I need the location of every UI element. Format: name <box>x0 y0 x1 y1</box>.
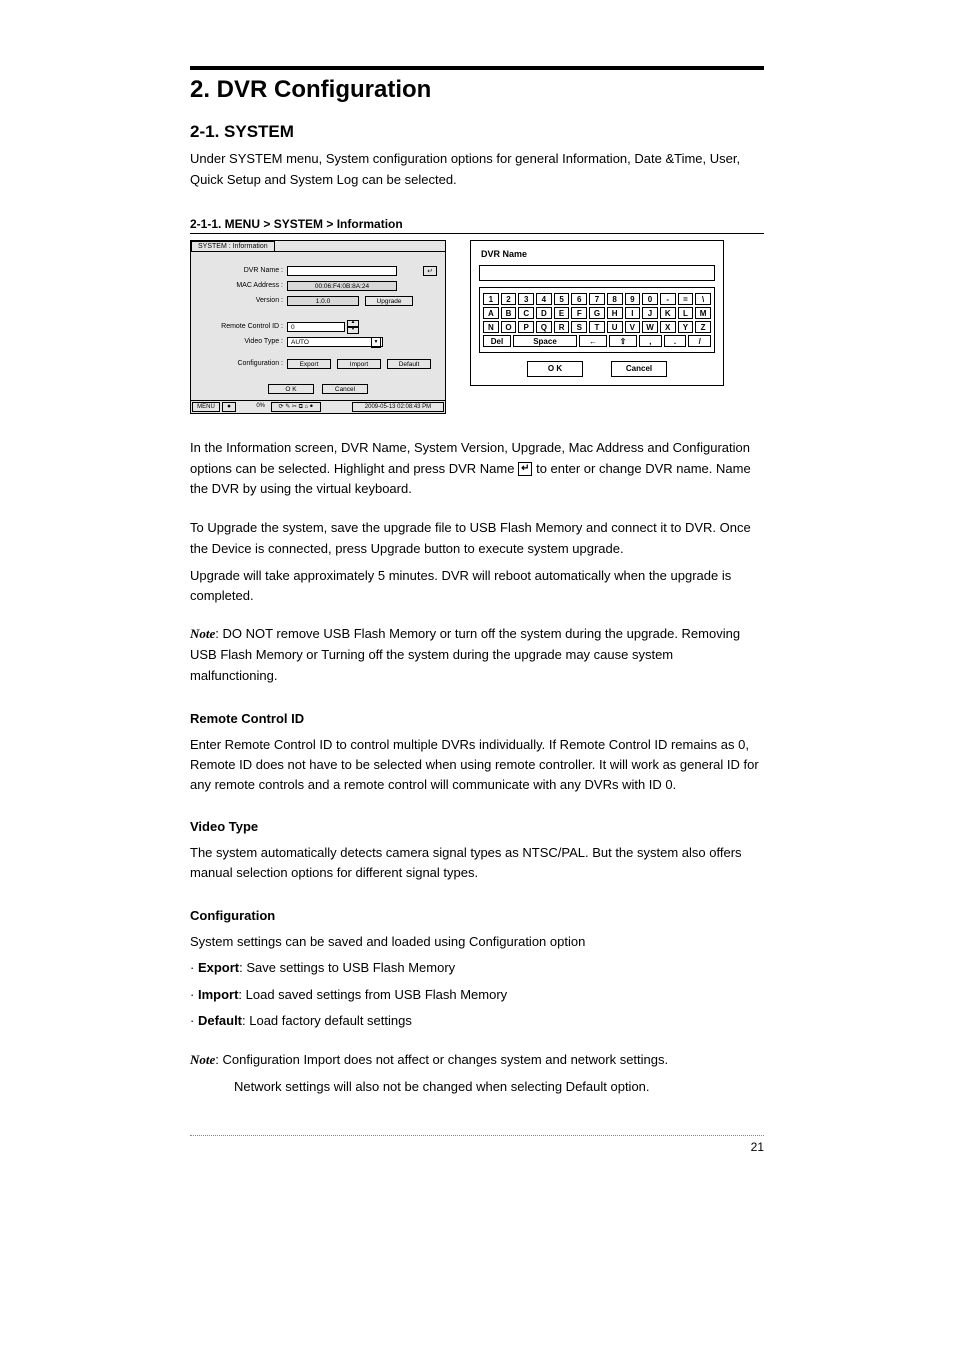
key[interactable]: T <box>589 321 605 333</box>
video-type-select[interactable]: AUTO ▼ <box>287 337 383 347</box>
key[interactable]: 2 <box>501 293 517 305</box>
keyboard-input[interactable] <box>479 265 715 281</box>
virtual-keyboard: DVR Name 1 2 3 4 5 6 7 8 9 0 - = \ <box>470 240 724 386</box>
paragraph: Enter Remote Control ID to control multi… <box>190 735 764 795</box>
window-tab: SYSTEM : Information <box>191 241 275 251</box>
paragraph: Upgrade will take approximately 5 minute… <box>190 566 764 606</box>
key[interactable]: , <box>639 335 662 347</box>
paragraph: In the Information screen, DVR Name, Sys… <box>190 438 764 500</box>
key[interactable]: = <box>678 293 694 305</box>
heading-video-type: Video Type <box>190 817 764 837</box>
note: Note: DO NOT remove USB Flash Memory or … <box>190 624 764 686</box>
key[interactable]: I <box>625 307 641 319</box>
key[interactable]: 4 <box>536 293 552 305</box>
key[interactable]: J <box>642 307 658 319</box>
enter-icon: ↵ <box>518 462 532 476</box>
section-intro: Under SYSTEM menu, System configuration … <box>190 148 764 191</box>
key-backspace[interactable]: ← <box>579 335 607 347</box>
key[interactable]: 1 <box>483 293 499 305</box>
key[interactable]: 6 <box>571 293 587 305</box>
key[interactable]: O <box>501 321 517 333</box>
heading-remote-control-id: Remote Control ID <box>190 709 764 729</box>
key[interactable]: X <box>660 321 676 333</box>
dvr-name-field[interactable] <box>287 266 397 276</box>
key[interactable]: - <box>660 293 676 305</box>
label-remote: Remote Control ID : <box>199 323 287 330</box>
key[interactable]: \ <box>695 293 711 305</box>
note-cont: Network settings will also not be change… <box>190 1077 764 1097</box>
key[interactable]: 7 <box>589 293 605 305</box>
key-space[interactable]: Space <box>513 335 577 347</box>
key[interactable]: L <box>678 307 694 319</box>
key[interactable]: P <box>518 321 534 333</box>
label-mac: MAC Address : <box>199 282 287 289</box>
key[interactable]: Y <box>678 321 694 333</box>
import-button[interactable]: Import <box>337 359 381 369</box>
bullet-export: · Export: Save settings to USB Flash Mem… <box>190 958 764 979</box>
status-menu[interactable]: MENU <box>192 402 220 412</box>
key[interactable]: 3 <box>518 293 534 305</box>
section-title: 2-1. SYSTEM <box>190 122 764 142</box>
key[interactable]: . <box>664 335 687 347</box>
enter-icon[interactable]: ↵ <box>423 266 437 276</box>
key[interactable]: Q <box>536 321 552 333</box>
key[interactable]: H <box>607 307 623 319</box>
note: Note: Configuration Import does not affe… <box>190 1050 764 1071</box>
key[interactable]: A <box>483 307 499 319</box>
key[interactable]: D <box>536 307 552 319</box>
key[interactable]: W <box>642 321 658 333</box>
key-del[interactable]: Del <box>483 335 511 347</box>
default-button[interactable]: Default <box>387 359 431 369</box>
key[interactable]: 0 <box>642 293 658 305</box>
key[interactable]: C <box>518 307 534 319</box>
paragraph: To Upgrade the system, save the upgrade … <box>190 518 764 560</box>
label-version: Version : <box>199 297 287 304</box>
key[interactable]: 9 <box>625 293 641 305</box>
remote-id-spinner[interactable]: ▲▼ <box>347 320 359 334</box>
key[interactable]: 5 <box>554 293 570 305</box>
status-time: 2009-05-13 02:08:43 PM <box>352 402 444 412</box>
status-icons: ⟳ ✎ ✂ ⧉ ⌂ ⏺ <box>271 402 321 412</box>
bullet-default: · Default: Load factory default settings <box>190 1011 764 1032</box>
key[interactable]: S <box>571 321 587 333</box>
status-rec-icon: ⏺ <box>222 402 236 412</box>
key[interactable]: Z <box>695 321 711 333</box>
bullet-import: · Import: Load saved settings from USB F… <box>190 985 764 1006</box>
key[interactable]: N <box>483 321 499 333</box>
key[interactable]: V <box>625 321 641 333</box>
label-video: Video Type : <box>199 338 287 345</box>
key-shift[interactable]: ⇧ <box>609 335 637 347</box>
label-dvr-name: DVR Name : <box>199 267 287 274</box>
key[interactable]: F <box>571 307 587 319</box>
key[interactable]: E <box>554 307 570 319</box>
paragraph: The system automatically detects camera … <box>190 843 764 883</box>
keyboard-title: DVR Name <box>481 249 717 259</box>
remote-id-field[interactable]: 0 <box>287 322 345 332</box>
key[interactable]: G <box>589 307 605 319</box>
status-pct: 0% <box>253 402 269 412</box>
keyboard-cancel-button[interactable]: Cancel <box>611 361 667 377</box>
export-button[interactable]: Export <box>287 359 331 369</box>
page-title: 2. DVR Configuration <box>190 76 764 104</box>
key[interactable]: R <box>554 321 570 333</box>
version-field: 1.0.0 <box>287 296 359 306</box>
key[interactable]: 8 <box>607 293 623 305</box>
key[interactable]: U <box>607 321 623 333</box>
mac-field: 00:06:F4:0B:8A:24 <box>287 281 397 291</box>
upgrade-button[interactable]: Upgrade <box>365 296 413 306</box>
label-config: Configuration : <box>199 360 287 367</box>
paragraph: System settings can be saved and loaded … <box>190 932 764 952</box>
subsection-title: 2-1-1. MENU > SYSTEM > Information <box>190 217 764 231</box>
heading-configuration: Configuration <box>190 906 764 926</box>
cancel-button[interactable]: Cancel <box>322 384 368 394</box>
keyboard-ok-button[interactable]: O K <box>527 361 583 377</box>
system-info-window: SYSTEM : Information DVR Name : ↵ MAC Ad… <box>190 240 446 414</box>
ok-button[interactable]: O K <box>268 384 314 394</box>
key[interactable]: B <box>501 307 517 319</box>
page-number: 21 <box>190 1140 764 1154</box>
key[interactable]: M <box>695 307 711 319</box>
key[interactable]: K <box>660 307 676 319</box>
key[interactable]: / <box>688 335 711 347</box>
